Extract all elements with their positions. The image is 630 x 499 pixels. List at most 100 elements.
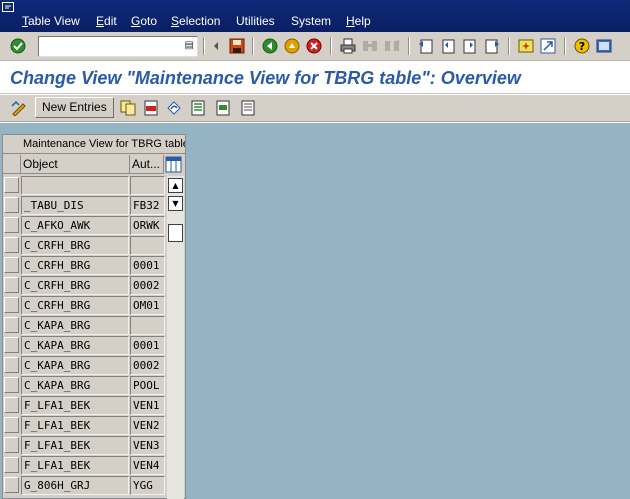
auth-group-cell[interactable]: [130, 176, 165, 195]
table-row: C_CRFH_BRG: [3, 235, 165, 255]
menu-help[interactable]: Help: [346, 14, 371, 28]
menu-mnemonic: E: [96, 14, 105, 28]
select-all-rows-cell[interactable]: [3, 155, 21, 174]
title-bar: Change View "Maintenance View for TBRG t…: [0, 61, 630, 94]
object-cell[interactable]: C_KAPA_BRG: [21, 336, 129, 355]
display-change-icon[interactable]: [11, 100, 27, 116]
row-selector[interactable]: [4, 177, 19, 193]
print-icon[interactable]: [340, 38, 356, 54]
menu-goto[interactable]: Goto: [131, 14, 157, 28]
auth-group-cell[interactable]: FB32: [130, 196, 165, 215]
help-icon[interactable]: ?: [574, 38, 590, 54]
delete-icon[interactable]: [143, 100, 159, 116]
select-all-icon[interactable]: [190, 100, 206, 116]
last-page-icon[interactable]: [484, 38, 500, 54]
application-toolbar: New Entries: [0, 95, 630, 122]
collapse-arrow-icon[interactable]: [208, 38, 224, 54]
undo-change-icon[interactable]: [166, 100, 182, 116]
auth-group-cell[interactable]: OM01: [130, 296, 165, 315]
auth-group-cell[interactable]: VEN4: [130, 456, 165, 475]
object-cell[interactable]: C_CRFH_BRG: [21, 236, 129, 255]
auth-group-cell[interactable]: 0001: [130, 256, 165, 275]
scroll-up-arrow-icon[interactable]: ▲: [168, 178, 183, 193]
column-header-object[interactable]: Object: [21, 155, 130, 174]
object-cell[interactable]: C_KAPA_BRG: [21, 376, 129, 395]
first-page-icon[interactable]: [418, 38, 434, 54]
next-page-icon[interactable]: [462, 38, 478, 54]
menu-edit[interactable]: Edit: [96, 14, 117, 28]
row-selector[interactable]: [4, 217, 19, 233]
column-header-auth-group[interactable]: Aut...: [130, 155, 164, 174]
exit-icon[interactable]: [284, 38, 300, 54]
row-selector[interactable]: [4, 257, 19, 273]
customize-layout-icon[interactable]: [596, 38, 612, 54]
object-cell[interactable]: C_KAPA_BRG: [21, 356, 129, 375]
toolbar-separator: [508, 37, 510, 55]
command-history-icon[interactable]: ▤: [185, 40, 194, 51]
row-selector[interactable]: [4, 237, 19, 253]
object-cell[interactable]: C_AFKO_AWK: [21, 216, 129, 235]
table-row: _TABU_DIS FB32: [3, 195, 165, 215]
auth-group-cell[interactable]: ORWK: [130, 216, 165, 235]
row-selector[interactable]: [4, 377, 19, 393]
auth-group-cell[interactable]: [130, 316, 165, 335]
object-cell[interactable]: C_CRFH_BRG: [21, 256, 129, 275]
auth-group-cell[interactable]: POOL: [130, 376, 165, 395]
command-field[interactable]: ▤: [38, 36, 198, 57]
standard-toolbar: ▤ ?: [0, 32, 630, 61]
vertical-scrollbar[interactable]: ▲ ▼: [167, 176, 184, 499]
menu-system[interactable]: System: [291, 14, 331, 28]
row-selector[interactable]: [4, 437, 19, 453]
row-selector[interactable]: [4, 297, 19, 313]
row-selector[interactable]: [4, 317, 19, 333]
auth-group-cell[interactable]: 0002: [130, 356, 165, 375]
row-selector[interactable]: [4, 197, 19, 213]
row-selector[interactable]: [4, 337, 19, 353]
save-icon[interactable]: [229, 38, 245, 54]
auth-group-cell[interactable]: 0002: [130, 276, 165, 295]
object-cell[interactable]: F_LFA1_BEK: [21, 436, 129, 455]
object-cell[interactable]: C_CRFH_BRG: [21, 296, 129, 315]
row-selector[interactable]: [4, 417, 19, 433]
auth-group-cell[interactable]: VEN3: [130, 436, 165, 455]
object-cell[interactable]: F_LFA1_BEK: [21, 456, 129, 475]
previous-page-icon[interactable]: [440, 38, 456, 54]
object-cell[interactable]: F_LFA1_BEK: [21, 416, 129, 435]
toolbar-separator: [330, 37, 332, 55]
menu-table-view[interactable]: Table View: [22, 14, 80, 28]
auth-group-cell[interactable]: [130, 236, 165, 255]
object-cell[interactable]: G_806H_GRJ: [21, 476, 129, 495]
new-entries-button[interactable]: New Entries: [35, 97, 114, 118]
deselect-all-icon[interactable]: [240, 100, 256, 116]
select-block-icon[interactable]: [215, 100, 231, 116]
copy-as-icon[interactable]: [120, 100, 136, 116]
system-menu-icon[interactable]: [2, 2, 16, 14]
menu-label: elp: [354, 14, 371, 28]
row-selector[interactable]: [4, 357, 19, 373]
create-session-icon[interactable]: [518, 38, 534, 54]
auth-group-cell[interactable]: 0001: [130, 336, 165, 355]
table-settings-icon[interactable]: [165, 156, 182, 173]
enter-icon[interactable]: [10, 38, 26, 54]
row-selector[interactable]: [4, 457, 19, 473]
menu-selection[interactable]: Selection: [171, 14, 220, 28]
auth-group-cell[interactable]: VEN2: [130, 416, 165, 435]
object-cell[interactable]: F_LFA1_BEK: [21, 396, 129, 415]
auth-group-cell[interactable]: YGG: [130, 476, 165, 495]
object-cell[interactable]: C_KAPA_BRG: [21, 316, 129, 335]
back-icon[interactable]: [262, 38, 278, 54]
menu-utilities[interactable]: Utilities: [236, 14, 275, 28]
scrollbar-thumb[interactable]: [168, 224, 183, 242]
row-selector[interactable]: [4, 397, 19, 413]
cancel-icon[interactable]: [306, 38, 322, 54]
row-selector[interactable]: [4, 277, 19, 293]
auth-group-cell[interactable]: VEN1: [130, 396, 165, 415]
object-cell[interactable]: [21, 176, 129, 195]
row-selector[interactable]: [4, 477, 19, 493]
table-row: C_KAPA_BRG POOL: [3, 375, 165, 395]
menu-label: System: [291, 14, 332, 28]
object-cell[interactable]: C_CRFH_BRG: [21, 276, 129, 295]
scroll-down-arrow-icon[interactable]: ▼: [168, 196, 183, 211]
object-cell[interactable]: _TABU_DIS: [21, 196, 129, 215]
shortcut-icon[interactable]: [540, 38, 556, 54]
